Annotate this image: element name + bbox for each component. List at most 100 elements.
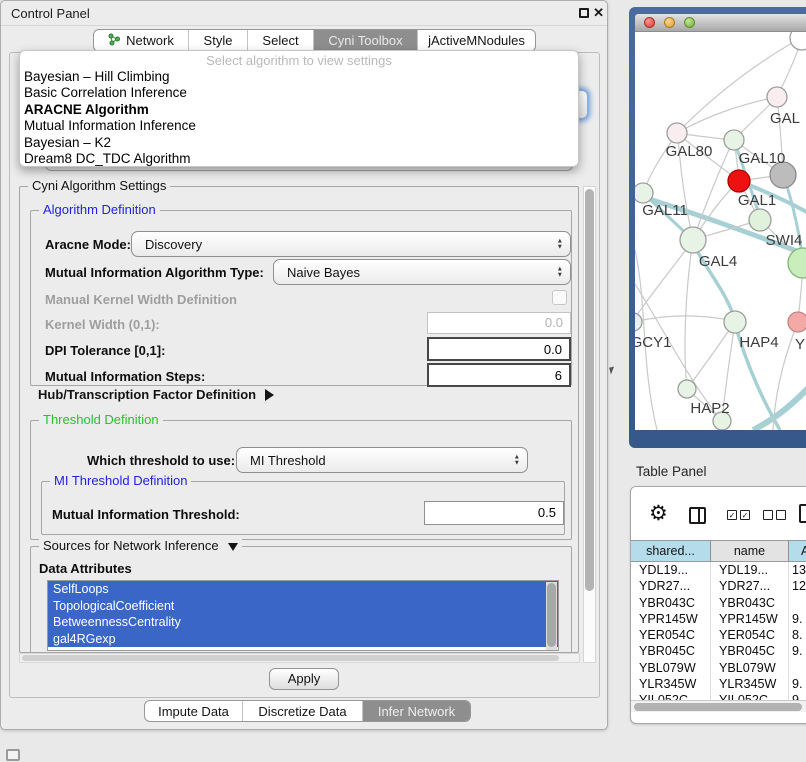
network-edge[interactable] [688,322,735,388]
network-node[interactable] [788,248,806,278]
aracne-mode-combobox[interactable]: Discovery ▲▼ [131,231,571,257]
algorithm-option[interactable]: Dream8 DC_TDC Algorithm [20,151,578,167]
table-horizontal-scrollbar[interactable] [631,700,806,712]
network-node-swi4[interactable] [749,209,771,231]
tab-impute-data-label: Impute Data [158,704,229,719]
table-cell: YPR145W [631,611,711,627]
attributes-scrollbar[interactable] [546,582,557,650]
network-node-hap4[interactable] [724,311,746,333]
network-node-label: GAL1 [738,192,776,209]
mi-steps-field[interactable]: 6 [427,363,571,387]
table-row[interactable]: YPR145WYPR145W9. [631,611,806,627]
table-row[interactable]: YBL079WYBL079W [631,660,806,676]
dpi-tolerance-label: DPI Tolerance [0,1]: [45,343,165,358]
algorithm-option[interactable]: Bayesian – K2 [20,135,578,151]
network-node-gal[interactable] [767,87,787,107]
tab-jactivemnodules[interactable]: jActiveMNodules [417,30,535,51]
network-node-y[interactable] [788,312,806,332]
table-row[interactable]: YDR27...YDR27...12 [631,578,806,594]
data-attributes-list[interactable]: SelfLoopsTopologicalCoefficientBetweenne… [47,580,559,651]
table-column-header[interactable]: name [711,541,789,561]
network-node[interactable] [790,32,806,50]
table-row[interactable]: YBR043CYBR043C [631,595,806,611]
tab-discretize-data-label: Discretize Data [258,704,346,719]
apply-button[interactable]: Apply [269,668,339,690]
kernel-width-field[interactable]: 0.0 [427,312,571,334]
tab-infer-network-label: Infer Network [378,704,455,719]
mi-algorithm-type-label: Mutual Information Algorithm Type: [45,265,264,280]
minimize-traffic-light-icon[interactable] [664,17,675,28]
table-row[interactable]: YBR045CYBR045C9. [631,643,806,659]
zoom-traffic-light-icon[interactable] [684,17,695,28]
network-node-gal4[interactable] [680,227,706,253]
table-cell [789,660,806,676]
mi-threshold-field[interactable]: 0.5 [424,501,564,525]
which-threshold-combobox[interactable]: MI Threshold ▲▼ [236,447,528,473]
data-attribute-item[interactable]: BetweennessCentrality [48,614,558,631]
network-node-gal80[interactable] [667,123,687,143]
table-cell: YDR27... [711,578,789,594]
float-window-icon[interactable] [579,8,589,18]
document-icon[interactable] [799,504,806,523]
split-columns-icon[interactable] [689,507,706,524]
network-edge[interactable] [635,316,734,322]
tab-cyni-toolbox[interactable]: Cyni Toolbox [313,30,417,51]
algorithm-option[interactable]: Bayesian – Hill Climbing [20,69,578,85]
stepper-arrows-icon: ▲▼ [557,239,563,250]
collapse-arrow-icon[interactable] [228,543,238,551]
close-traffic-light-icon[interactable] [644,17,655,28]
network-edge[interactable] [679,97,777,132]
algorithm-dropdown-prompt: Select algorithm to view settings [20,53,578,69]
tab-network[interactable]: Network [94,30,188,51]
close-icon[interactable]: ✕ [593,5,604,21]
table-row[interactable]: YDL19...YDL19...13 [631,562,806,578]
gear-icon[interactable]: ⚙ [649,501,668,526]
network-node-gal1[interactable] [728,170,750,192]
table-cell: YBL079W [631,660,711,676]
data-attribute-item[interactable]: TopologicalCoefficient [48,598,558,615]
table-cell: YLR345W [711,676,789,692]
network-canvas[interactable]: GALGAL80GAL10GAL1GAL11SWI4GAL4GCY1HAP4YH… [635,32,806,430]
table-column-header[interactable]: shared... [631,541,711,561]
mi-threshold-definition-group: MI Threshold Definition Mutual Informati… [41,481,565,535]
algorithm-option[interactable]: Basic Correlation Inference [20,85,578,101]
table-row[interactable]: YER054CYER054C8. [631,627,806,643]
data-attribute-item[interactable]: SelfLoops [48,581,558,598]
table-column-header[interactable]: A [789,541,806,561]
table-row[interactable]: YIL052CYIL052C9 [631,692,806,700]
network-window-titlebar[interactable] [635,14,806,32]
network-edge[interactable] [685,240,693,388]
settings-horizontal-scrollbar[interactable] [19,653,580,663]
algorithm-option[interactable]: ARACNE Algorithm [20,102,578,118]
tab-discretize-data[interactable]: Discretize Data [242,701,362,721]
algorithm-option[interactable]: Mutual Information Inference [20,118,578,134]
table-row[interactable]: YLR345WYLR345W9. [631,676,806,692]
data-attributes-label: Data Attributes [39,561,132,576]
tab-infer-network[interactable]: Infer Network [362,701,470,721]
table-cell: YBR043C [711,595,789,611]
select-all-checked-icon[interactable]: ✓✓ [727,510,750,520]
network-edge[interactable] [635,240,693,321]
tab-impute-data[interactable]: Impute Data [145,701,242,721]
tab-select[interactable]: Select [247,30,313,51]
network-node-label: HAP2 [690,400,729,417]
network-node-label: GAL10 [739,150,786,167]
dpi-tolerance-field[interactable]: 0.0 [427,337,571,361]
network-node-label: HAP4 [739,334,778,351]
network-node-gal11[interactable] [635,183,653,203]
settings-scrollbar[interactable] [583,186,596,663]
network-node-label: GAL4 [699,253,737,270]
data-attribute-item[interactable]: gal4RGexp [48,631,558,648]
deselect-all-unchecked-icon[interactable] [763,510,786,520]
tab-style[interactable]: Style [188,30,247,51]
network-node-gcy1[interactable] [635,313,642,331]
algorithm-definition-group: Algorithm Definition Aracne Mode: Discov… [30,210,572,386]
network-node-gal10[interactable] [724,130,744,150]
table-cell: YDL19... [631,562,711,578]
hub-transcription-section-toggle[interactable]: Hub/Transcription Factor Definition [38,387,274,402]
control-panel-title: Control Panel [11,6,90,21]
network-node-hap2[interactable] [678,380,696,398]
mi-algorithm-type-combobox[interactable]: Naive Bayes ▲▼ [273,259,571,285]
minimized-window-icon[interactable] [6,749,20,761]
manual-kernel-width-checkbox[interactable] [552,290,567,305]
